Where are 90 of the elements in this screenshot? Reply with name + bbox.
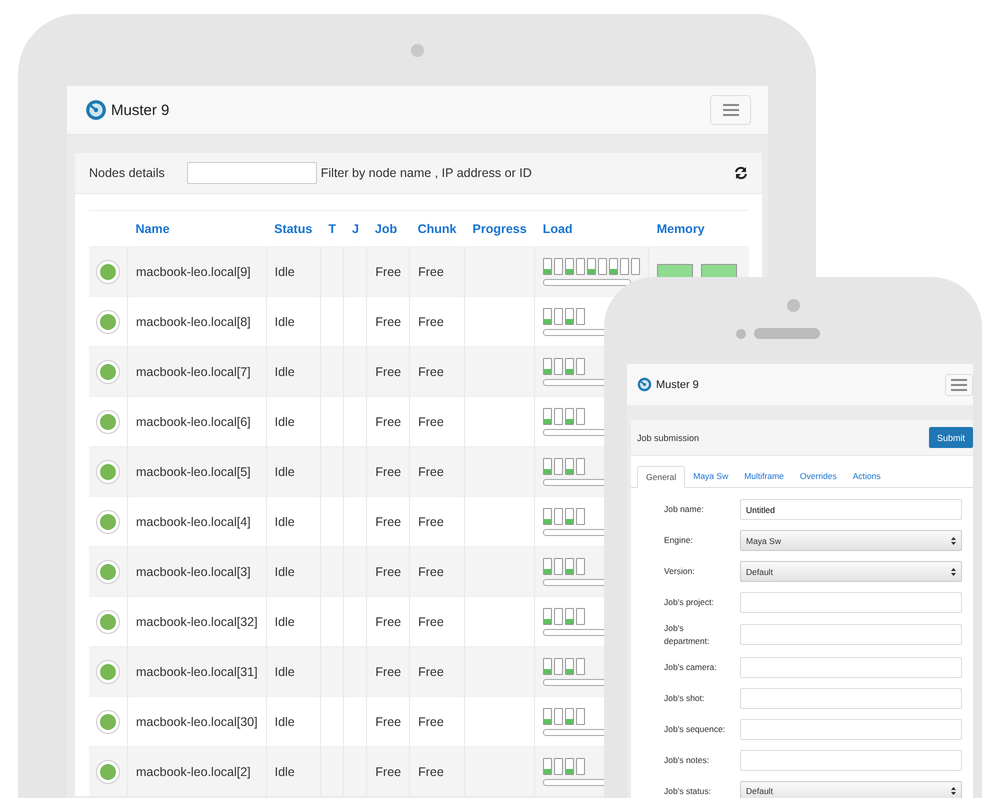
status-dot — [97, 510, 119, 532]
submit-button[interactable]: Submit — [928, 427, 973, 448]
table-cell: Free — [366, 746, 410, 796]
status-dot — [97, 460, 119, 482]
menu-button[interactable] — [945, 374, 973, 396]
table-cell: Free — [366, 246, 410, 296]
brand-name: Muster 9 — [656, 378, 699, 390]
menu-button[interactable] — [710, 95, 751, 125]
field-label: Job's project: — [664, 596, 715, 609]
brand-name: Muster 9 — [111, 102, 170, 118]
table-cell: macbook-leo.local[2] — [128, 746, 266, 796]
table-cell: Idle — [266, 746, 320, 796]
status-dot — [97, 710, 119, 732]
updown-arrow-icon — [951, 536, 956, 544]
table-cell: Idle — [266, 646, 320, 696]
table-cell: Idle — [266, 446, 320, 496]
column-header[interactable]: T — [320, 210, 344, 246]
field-label: Job's notes: — [664, 754, 710, 766]
field-label: Job's sequence: — [664, 722, 726, 736]
table-cell: macbook-leo.local[31] — [128, 646, 266, 696]
camera-dot — [411, 44, 424, 57]
table-cell: macbook-leo.local[7] — [128, 346, 266, 396]
column-header[interactable]: Status — [266, 210, 320, 246]
status-dot — [97, 360, 119, 382]
table-cell: Free — [366, 646, 410, 696]
text-field[interactable] — [740, 718, 962, 740]
table-cell: Free — [410, 246, 464, 296]
menu-icon — [722, 104, 738, 116]
tab[interactable]: Overrides — [792, 466, 845, 487]
camera-dot — [736, 328, 746, 338]
updown-arrow-icon — [951, 787, 956, 795]
tab[interactable]: Maya Sw — [685, 466, 736, 487]
logo-icon — [637, 377, 652, 392]
refresh-icon[interactable] — [734, 166, 748, 180]
table-cell: Free — [410, 646, 464, 696]
status-dot — [97, 760, 119, 782]
text-field[interactable] — [740, 592, 962, 613]
speaker-dot — [786, 299, 800, 312]
column-header[interactable]: Chunk — [410, 210, 464, 246]
panel-title: Job submission — [637, 432, 700, 442]
text-field[interactable] — [740, 750, 962, 770]
column-header[interactable]: Job — [366, 210, 410, 246]
text-field[interactable]: Untitled — [740, 499, 962, 520]
field-label: Job's shot: — [664, 692, 706, 704]
select-field[interactable]: Maya Sw — [740, 530, 962, 551]
column-header[interactable]: Name — [128, 210, 266, 246]
table-cell: Free — [410, 546, 464, 596]
table-cell: Free — [410, 446, 464, 496]
status-dot — [97, 410, 119, 432]
speaker-slot — [754, 328, 820, 339]
table-cell: Free — [366, 346, 410, 396]
status-dot — [97, 610, 119, 632]
tab[interactable]: Multiframe — [736, 466, 792, 487]
table-cell: Free — [410, 346, 464, 396]
tab[interactable]: Actions — [844, 466, 889, 487]
table-cell: Idle — [266, 346, 320, 396]
field-label: Job's camera: — [664, 660, 718, 674]
table-cell: macbook-leo.local[3] — [128, 546, 266, 596]
table-cell: Idle — [266, 546, 320, 596]
table-cell: Free — [366, 546, 410, 596]
field-label: Job's status: — [664, 784, 712, 798]
menu-icon — [951, 378, 967, 390]
table-cell: macbook-leo.local[5] — [128, 446, 266, 496]
select-field[interactable]: Default — [740, 780, 962, 798]
filter-field[interactable] — [186, 162, 317, 184]
panel-title: Nodes details — [89, 166, 165, 180]
table-cell: macbook-leo.local[9] — [128, 246, 266, 296]
select-field[interactable]: Default — [740, 561, 962, 582]
field-label: Engine: — [664, 534, 694, 547]
updown-arrow-icon — [951, 568, 956, 576]
column-header[interactable]: Memory — [648, 210, 750, 246]
field-label: Version: — [664, 565, 696, 578]
text-field[interactable] — [740, 656, 962, 678]
text-field[interactable] — [740, 624, 962, 646]
tab[interactable]: General — [637, 466, 686, 488]
filter-hint: Filter by node name , IP address or ID — [320, 166, 532, 180]
table-cell: Free — [366, 446, 410, 496]
status-dot — [97, 260, 119, 282]
column-header[interactable]: Progress — [464, 210, 535, 246]
table-cell: Free — [410, 746, 464, 796]
field-label: Job's department: — [664, 622, 710, 648]
logo-icon — [85, 99, 107, 121]
status-dot — [97, 660, 119, 682]
status-dot — [97, 560, 119, 582]
field-label: Job name: — [664, 503, 705, 516]
text-field[interactable] — [740, 688, 962, 708]
column-header[interactable]: Load — [534, 210, 649, 246]
table-cell: Idle — [266, 246, 320, 296]
column-header[interactable]: J — [344, 210, 367, 246]
status-dot — [97, 310, 119, 332]
